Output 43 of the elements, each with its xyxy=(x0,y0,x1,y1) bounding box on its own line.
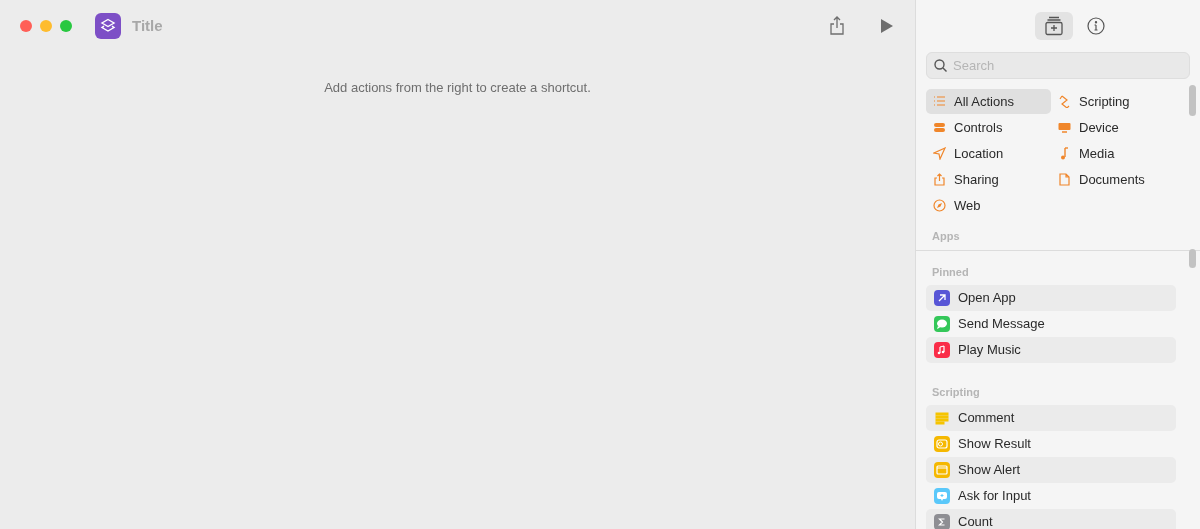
action-item[interactable]: Comment xyxy=(926,405,1176,431)
action-item[interactable]: Open App xyxy=(926,285,1176,311)
action-item[interactable]: Send Message xyxy=(926,311,1176,337)
location-arrow-icon xyxy=(933,147,946,160)
share-icon xyxy=(933,173,946,186)
category-item[interactable]: Web xyxy=(926,193,1051,218)
scrollbar[interactable] xyxy=(1189,249,1196,268)
music-note-icon xyxy=(1058,147,1071,160)
compass-icon xyxy=(933,199,946,212)
category-item[interactable]: Controls xyxy=(926,115,1051,140)
category-item[interactable]: Scripting xyxy=(1051,89,1176,114)
category-item[interactable]: Media xyxy=(1051,141,1176,166)
list-icon xyxy=(933,95,946,108)
library-icon xyxy=(1045,16,1063,36)
search-icon xyxy=(934,59,947,72)
library-tab[interactable] xyxy=(1035,12,1073,40)
monitor-icon xyxy=(1058,121,1071,134)
category-item[interactable]: Location xyxy=(926,141,1051,166)
minimize-button[interactable] xyxy=(40,20,52,32)
section-heading: Pinned xyxy=(932,266,969,278)
window-title: Title xyxy=(132,15,163,36)
section-heading: Apps xyxy=(932,230,960,242)
action-item[interactable]: Play Music xyxy=(926,337,1176,363)
action-item[interactable]: Ask for Input xyxy=(926,483,1176,509)
scroll-icon xyxy=(1058,95,1071,108)
app-icon xyxy=(95,13,121,39)
action-item[interactable]: Count xyxy=(926,509,1176,529)
zoom-button[interactable] xyxy=(60,20,72,32)
category-item[interactable]: Device xyxy=(1051,115,1176,140)
toggle-icon xyxy=(933,121,946,134)
action-item[interactable]: Show Alert xyxy=(926,457,1176,483)
section-heading: Scripting xyxy=(932,386,980,398)
category-item[interactable]: Documents xyxy=(1051,167,1176,192)
play-icon[interactable] xyxy=(881,19,893,33)
category-item[interactable]: All Actions xyxy=(926,89,1051,114)
document-icon xyxy=(1058,173,1071,186)
action-item[interactable]: Show Result xyxy=(926,431,1176,457)
scrollbar[interactable] xyxy=(1189,85,1196,116)
empty-hint: Add actions from the right to create a shortcut. xyxy=(324,79,591,97)
share-icon[interactable] xyxy=(829,16,845,36)
category-item[interactable]: Sharing xyxy=(926,167,1051,192)
close-button[interactable] xyxy=(20,20,32,32)
info-icon xyxy=(1087,17,1105,35)
